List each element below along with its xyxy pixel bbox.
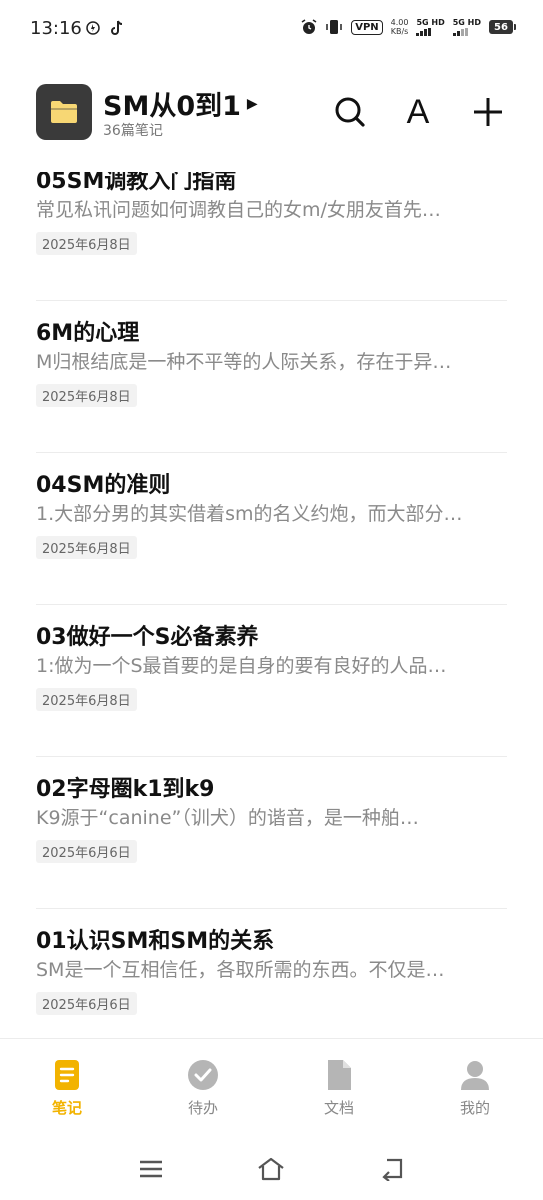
note-title: 04SM的准则 [36,473,171,498]
note-preview: 1.大部分男的其实借着sm的名义约炮，而大部分… [36,503,463,525]
note-preview: 1:做为一个S最首要的是自身的要有良好的人品… [36,655,447,677]
notebook-title[interactable]: SM从0到1 ▶ [103,84,258,123]
battery-icon: 56 [489,20,516,34]
system-nav [0,1140,543,1200]
note-date: 2025年6月8日 [36,384,137,407]
data-saver-icon [86,21,100,35]
note-title: 02字母圈k1到k9 [36,777,215,802]
tab-notes-label: 笔记 [51,1099,82,1117]
folder-icon[interactable] [36,84,92,140]
back-icon [382,1158,403,1181]
signal-bars-icon [452,28,468,36]
alarm-icon [301,19,317,34]
note-preview: K9源于“canine”（训犬）的谐音，是一种舶… [36,807,419,829]
note-title: 6M的心理 [36,321,140,346]
bottom-nav: 笔记 待办 文档 我的 [0,1038,543,1134]
menu-button[interactable] [131,1154,171,1184]
tab-todo[interactable]: 待办 [158,1059,248,1118]
tab-profile-label: 我的 [459,1099,490,1117]
search-button[interactable] [330,92,370,132]
caret-right-icon: ▶ [246,95,258,112]
tab-documents[interactable]: 文档 [294,1059,384,1118]
sim1-signal: 5G HD [416,18,445,36]
list-item[interactable]: 03做好一个S必备素养 1:做为一个S最首要的是自身的要有良好的人品… 2025… [36,605,507,757]
note-preview: M归根结底是一种不平等的人际关系，存在于异… [36,351,452,373]
home-icon [258,1157,284,1181]
tab-notes[interactable]: 笔记 [22,1059,112,1118]
note-date: 2025年6月8日 [36,232,137,255]
signal-bars-icon [416,28,432,36]
note-icon [55,1060,79,1090]
back-button[interactable] [372,1154,412,1184]
note-count: 36篇笔记 [103,123,163,139]
note-title: 03做好一个S必备素养 [36,625,259,650]
person-icon [461,1061,489,1090]
list-item[interactable]: 04SM的准则 1.大部分男的其实借着sm的名义约炮，而大部分… 2025年6月… [36,453,507,605]
network-speed: 4.00 KB/s [390,18,409,36]
note-preview: SM是一个互相信任，各取所需的东西。不仅是… [36,959,445,981]
tab-documents-label: 文档 [323,1099,354,1117]
status-bar: 13:16 VPN 4.00 KB/s 5G HD 5G HD 56 [0,0,543,60]
font-button[interactable]: A [398,92,438,132]
search-icon [335,97,365,127]
check-circle-icon [188,1060,218,1090]
tab-todo-label: 待办 [187,1099,218,1117]
note-title: 01认识SM和SM的关系 [36,929,275,954]
note-date: 2025年6月8日 [36,536,137,559]
add-note-button[interactable] [468,92,508,132]
note-date: 2025年6月6日 [36,840,137,863]
note-date: 2025年6月6日 [36,992,137,1015]
document-icon [328,1060,351,1090]
tiktok-icon [111,20,123,35]
list-item[interactable]: 02字母圈k1到k9 K9源于“canine”（训犬）的谐音，是一种舶… 202… [36,757,507,909]
vpn-badge: VPN [351,19,383,35]
sim2-signal: 5G HD [452,18,481,36]
list-item[interactable]: 01认识SM和SM的关系 SM是一个互相信任，各取所需的东西。不仅是… 2025… [36,909,507,1038]
note-date: 2025年6月8日 [36,688,137,711]
status-time: 13:16 [30,18,82,39]
vibrate-icon [326,20,342,34]
tab-profile[interactable]: 我的 [430,1059,520,1118]
menu-icon [140,1160,162,1178]
home-button[interactable] [251,1154,291,1184]
note-title: 05SM调教入门指南 [36,172,237,194]
plus-icon [474,98,502,126]
notes-list[interactable]: 05SM调教入门指南 常见私讯问题如何调教自己的女m/女朋友首先… 2025年6… [0,172,543,1038]
notebook-header: SM从0到1 ▶ 36篇笔记 A [0,70,543,160]
note-preview: 常见私讯问题如何调教自己的女m/女朋友首先… [36,199,441,221]
list-item[interactable]: 6M的心理 M归根结底是一种不平等的人际关系，存在于异… 2025年6月8日 [36,301,507,453]
list-item[interactable]: 05SM调教入门指南 常见私讯问题如何调教自己的女m/女朋友首先… 2025年6… [36,172,507,301]
